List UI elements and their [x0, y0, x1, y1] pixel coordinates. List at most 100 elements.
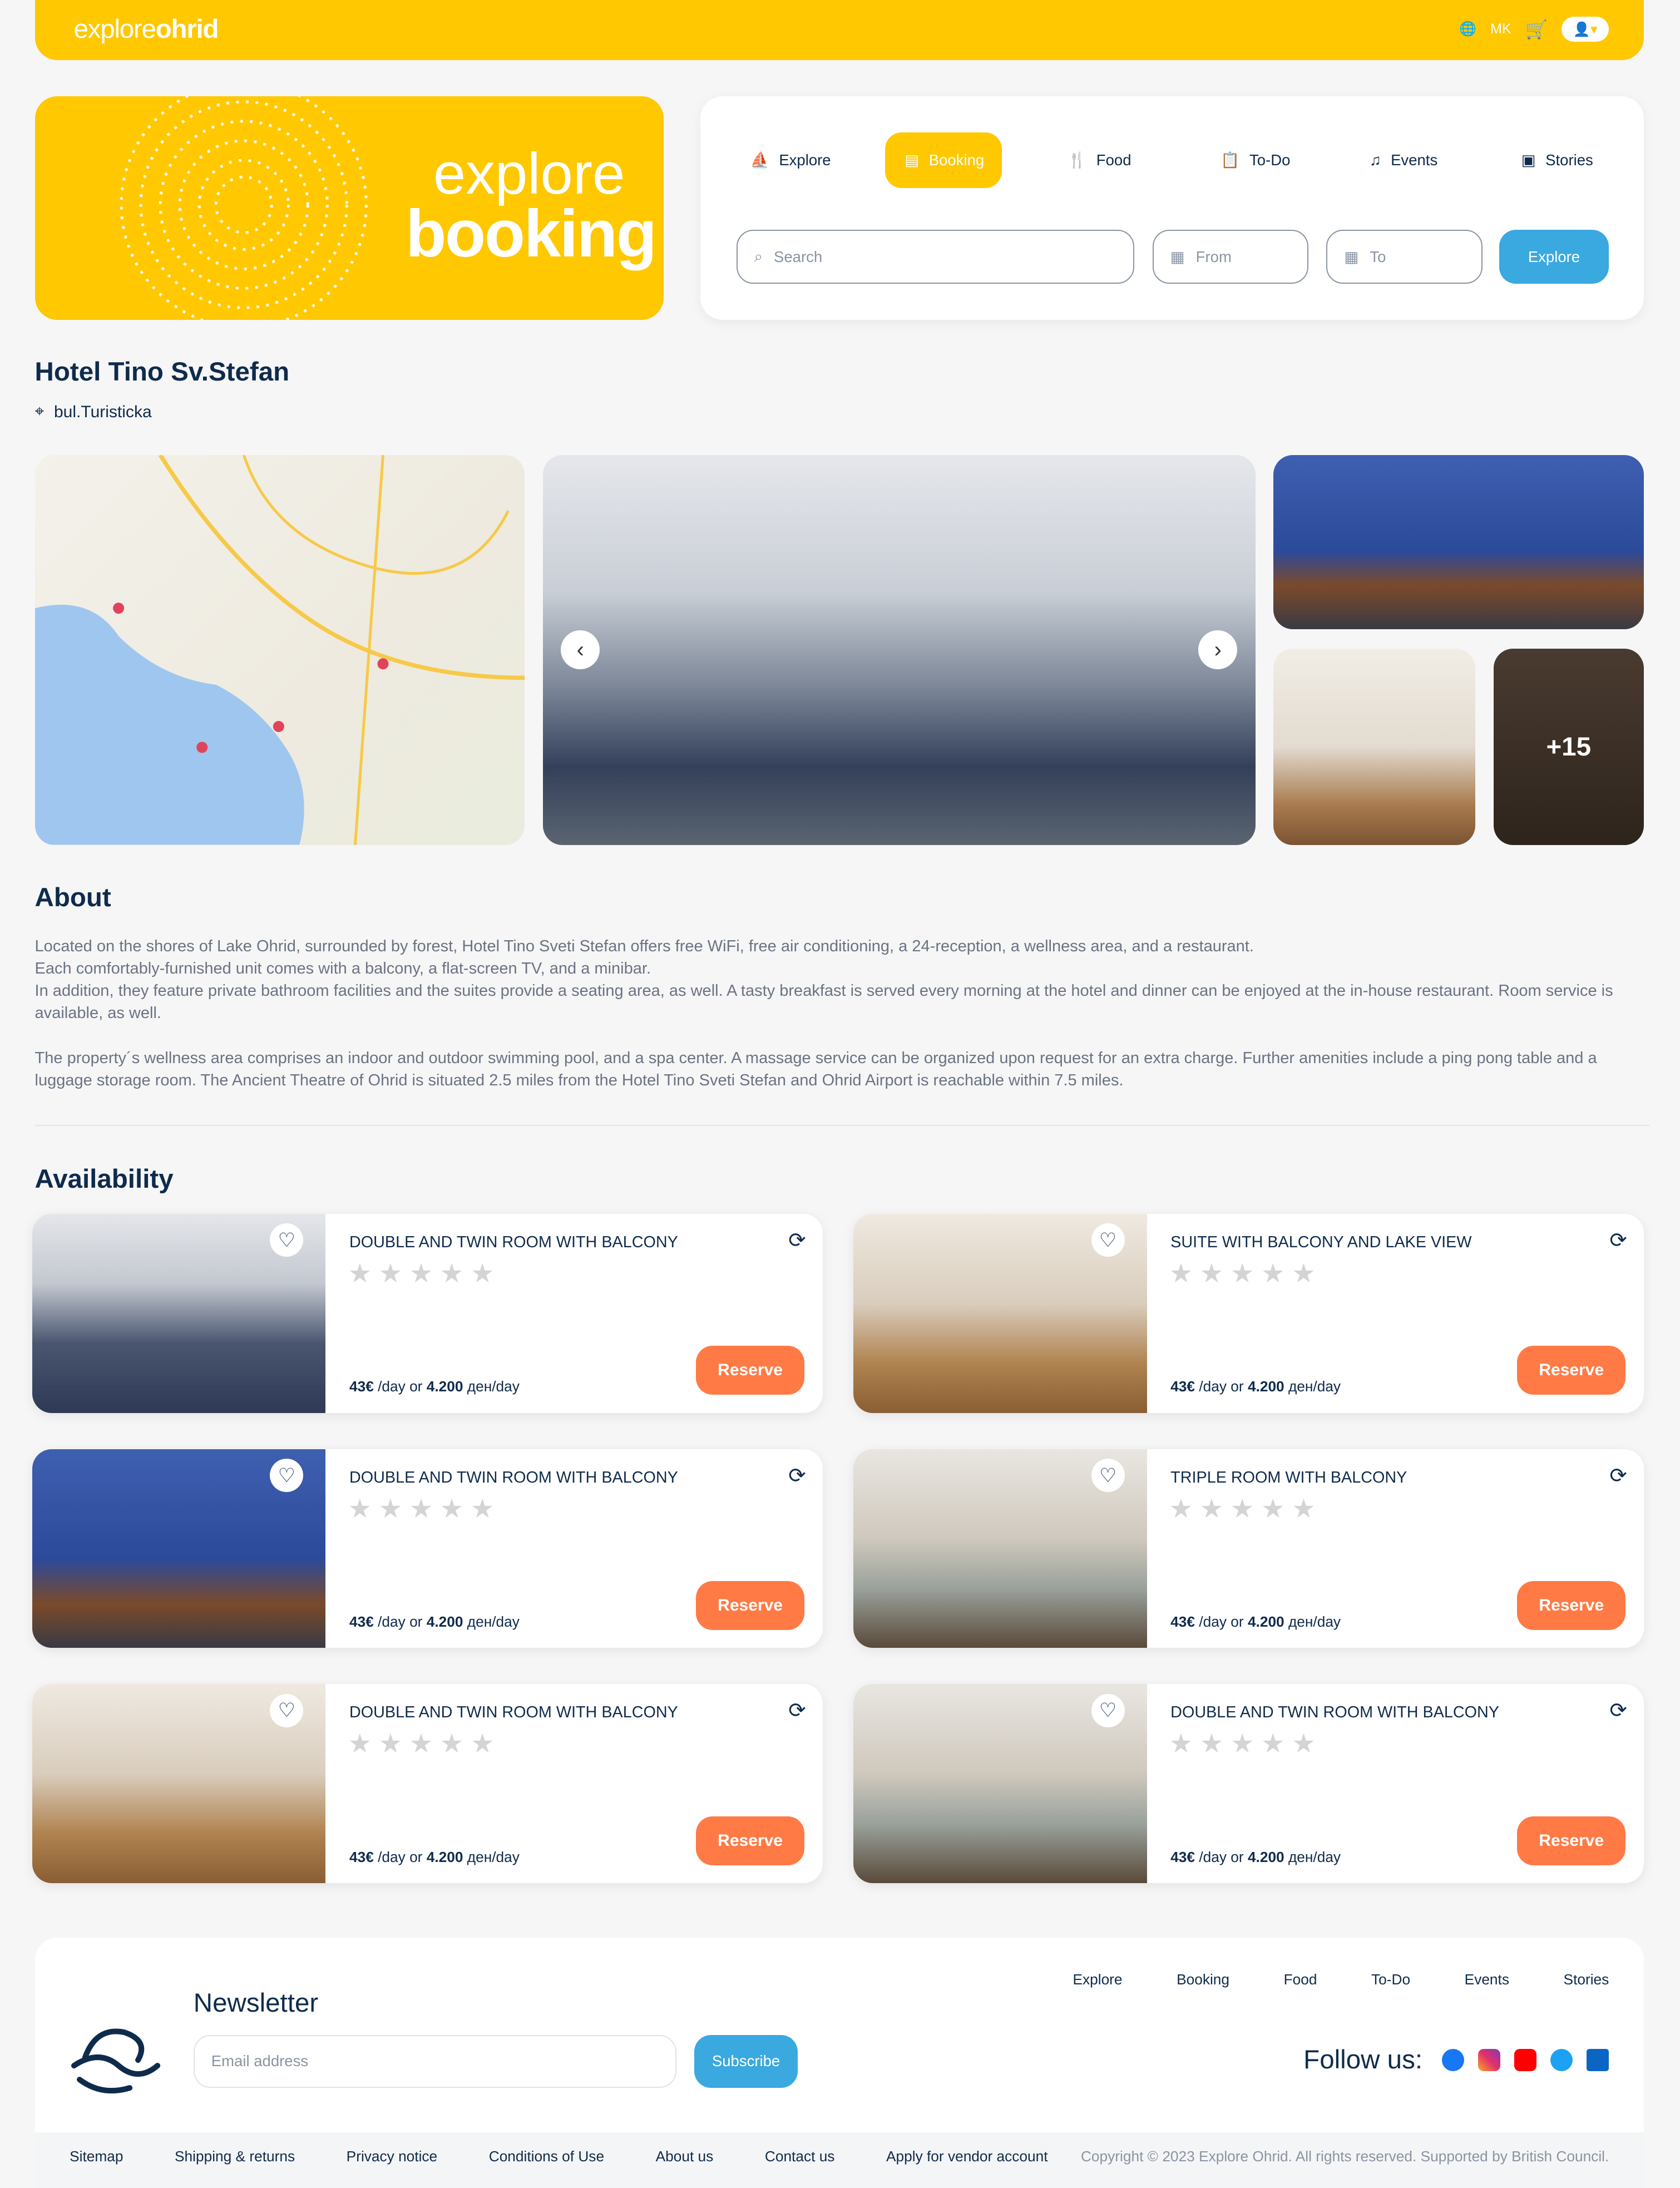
contact-link[interactable]: Contact us	[765, 2148, 835, 2165]
reserve-button[interactable]: Reserve	[1517, 1346, 1626, 1395]
gallery-thumbnail[interactable]	[1273, 455, 1644, 629]
footer-link-booking[interactable]: Booking	[1177, 1971, 1229, 1988]
reserve-button[interactable]: Reserve	[696, 1581, 805, 1630]
tab-events[interactable]: ♫ Events	[1350, 132, 1457, 188]
more-photos-button[interactable]: +15	[1493, 648, 1644, 845]
tab-explore[interactable]: ⛵ Explore	[731, 132, 851, 188]
price-unit: ден/day	[1288, 1613, 1341, 1630]
tab-booking[interactable]: ▤ Booking	[885, 132, 1002, 188]
reserve-button[interactable]: Reserve	[1517, 1816, 1626, 1865]
youtube-icon[interactable]	[1514, 2048, 1537, 2071]
footer-link-stories[interactable]: Stories	[1564, 1971, 1609, 1988]
book-icon: ▣	[1521, 151, 1536, 169]
about-heading: About	[34, 883, 111, 913]
room-card: ♡ DOUBLE AND TWIN ROOM WITH BALCONY ★★★★…	[32, 1213, 823, 1413]
search-icon: ⌕	[754, 248, 763, 265]
facebook-icon[interactable]	[1442, 2048, 1465, 2071]
about-link[interactable]: About us	[656, 2148, 714, 2165]
reserve-button[interactable]: Reserve	[696, 1346, 805, 1395]
top-header: exploreohrid 🌐 MK 🛒 👤▾	[34, 0, 1644, 60]
refresh-icon[interactable]: ⟳	[788, 1698, 806, 1722]
subscribe-button[interactable]: Subscribe	[694, 2034, 798, 2088]
hero-title-light: explore	[433, 141, 625, 206]
linkedin-icon[interactable]	[1587, 2048, 1609, 2071]
location-map[interactable]	[34, 455, 525, 845]
price-unit: ден/day	[467, 1377, 520, 1395]
search-panel: ⛵ Explore ▤ Booking 🍴 Food 📋 To-Do ♫ Events ▣…	[700, 96, 1644, 320]
hero-title-bold: booking	[406, 196, 657, 271]
room-name: DOUBLE AND TWIN ROOM WITH BALCONY	[1170, 1703, 1499, 1722]
divider	[34, 1124, 1649, 1127]
price-unit: ден/day	[1288, 1377, 1341, 1395]
price-mkd: 4.200	[426, 1613, 463, 1630]
gallery-thumbnail[interactable]	[1273, 648, 1476, 845]
chevron-left-icon[interactable]: ‹	[561, 630, 600, 670]
user-menu-button[interactable]: 👤▾	[1562, 17, 1609, 42]
hotel-address: ⌖ bul.Turisticka	[35, 402, 152, 422]
price-unit: ден/day	[467, 1613, 520, 1630]
instagram-icon[interactable]	[1478, 2048, 1501, 2071]
footer-link-explore[interactable]: Explore	[1073, 1971, 1122, 1988]
cart-icon[interactable]: 🛒	[1525, 19, 1548, 40]
room-card: ♡ DOUBLE AND TWIN ROOM WITH BALCONY ★★★★…	[32, 1684, 823, 1884]
footer-bottom-bar: Sitemap Shipping & returns Privacy notice C…	[34, 2132, 1644, 2188]
clipboard-icon: 📋	[1221, 151, 1240, 169]
privacy-link[interactable]: Privacy notice	[347, 2148, 438, 2165]
search-input[interactable]: ⌕ Search	[736, 229, 1135, 284]
refresh-icon[interactable]: ⟳	[1609, 1463, 1627, 1488]
rating-stars: ★★★★★	[1169, 1729, 1323, 1759]
refresh-icon[interactable]: ⟳	[1609, 1228, 1627, 1252]
availability-heading: Availability	[34, 1164, 174, 1194]
heart-icon[interactable]: ♡	[1091, 1223, 1125, 1257]
refresh-icon[interactable]: ⟳	[788, 1463, 806, 1488]
reserve-button[interactable]: Reserve	[1517, 1581, 1626, 1630]
room-name: DOUBLE AND TWIN ROOM WITH BALCONY	[349, 1468, 678, 1486]
logo-text-bold: ohrid	[155, 14, 219, 45]
refresh-icon[interactable]: ⟳	[788, 1228, 806, 1252]
search-placeholder: Search	[774, 248, 823, 265]
room-card: ♡ DOUBLE AND TWIN ROOM WITH BALCONY ★★★★…	[853, 1684, 1644, 1884]
boat-icon: ⛵	[750, 151, 769, 169]
logo[interactable]: exploreohrid	[74, 14, 219, 45]
tab-food[interactable]: 🍴 Food	[1048, 132, 1151, 188]
footer-link-events[interactable]: Events	[1465, 1971, 1509, 1988]
room-name: DOUBLE AND TWIN ROOM WITH BALCONY	[349, 1703, 678, 1722]
conditions-link[interactable]: Conditions of Use	[489, 2148, 604, 2165]
vendor-link[interactable]: Apply for vendor account	[886, 2148, 1048, 2165]
tab-stories[interactable]: ▣ Stories	[1502, 132, 1613, 188]
reserve-button[interactable]: Reserve	[696, 1816, 805, 1865]
calendar-icon: ▤	[905, 151, 920, 169]
footer-link-food[interactable]: Food	[1284, 1971, 1317, 1988]
heart-icon[interactable]: ♡	[1091, 1459, 1125, 1493]
rating-stars: ★★★★★	[1169, 1494, 1323, 1524]
footer-link-todo[interactable]: To-Do	[1371, 1971, 1410, 1988]
explore-button[interactable]: Explore	[1499, 229, 1609, 284]
about-text: Located on the shores of Lake Ohrid, sur…	[35, 935, 1649, 1091]
social-links: Follow us:	[1303, 2044, 1609, 2075]
tab-label: Explore	[779, 151, 831, 169]
heart-icon[interactable]: ♡	[270, 1693, 304, 1727]
room-price: 43€ /day or 4.200 ден/day	[349, 1378, 520, 1395]
hotel-name: Hotel Tino Sv.Stefan	[34, 357, 290, 387]
music-icon: ♫	[1369, 151, 1381, 169]
room-price: 43€ /day or 4.200 ден/day	[1170, 1378, 1341, 1395]
language-switch[interactable]: MK	[1490, 21, 1511, 37]
chevron-right-icon[interactable]: ›	[1198, 630, 1238, 670]
price-mkd: 4.200	[426, 1848, 463, 1865]
globe-icon[interactable]: 🌐	[1459, 21, 1476, 37]
twitter-icon[interactable]	[1550, 2048, 1573, 2071]
refresh-icon[interactable]: ⟳	[1609, 1698, 1627, 1722]
price-eur: 43€	[1170, 1613, 1195, 1630]
to-date-input[interactable]: ▦ To	[1326, 229, 1483, 284]
email-input[interactable]: Email address	[193, 2034, 676, 2088]
tab-todo[interactable]: 📋 To-Do	[1201, 132, 1310, 188]
address-text: bul.Turisticka	[53, 402, 152, 421]
tab-label: Stories	[1545, 151, 1593, 169]
main-gallery-photo[interactable]: ‹ ›	[542, 455, 1256, 845]
from-date-input[interactable]: ▦ From	[1152, 229, 1308, 284]
price-eur: 43€	[349, 1848, 374, 1865]
sitemap-link[interactable]: Sitemap	[70, 2148, 123, 2165]
shipping-link[interactable]: Shipping & returns	[175, 2148, 295, 2165]
heart-icon[interactable]: ♡	[1091, 1693, 1125, 1727]
price-mkd: 4.200	[1247, 1613, 1284, 1630]
